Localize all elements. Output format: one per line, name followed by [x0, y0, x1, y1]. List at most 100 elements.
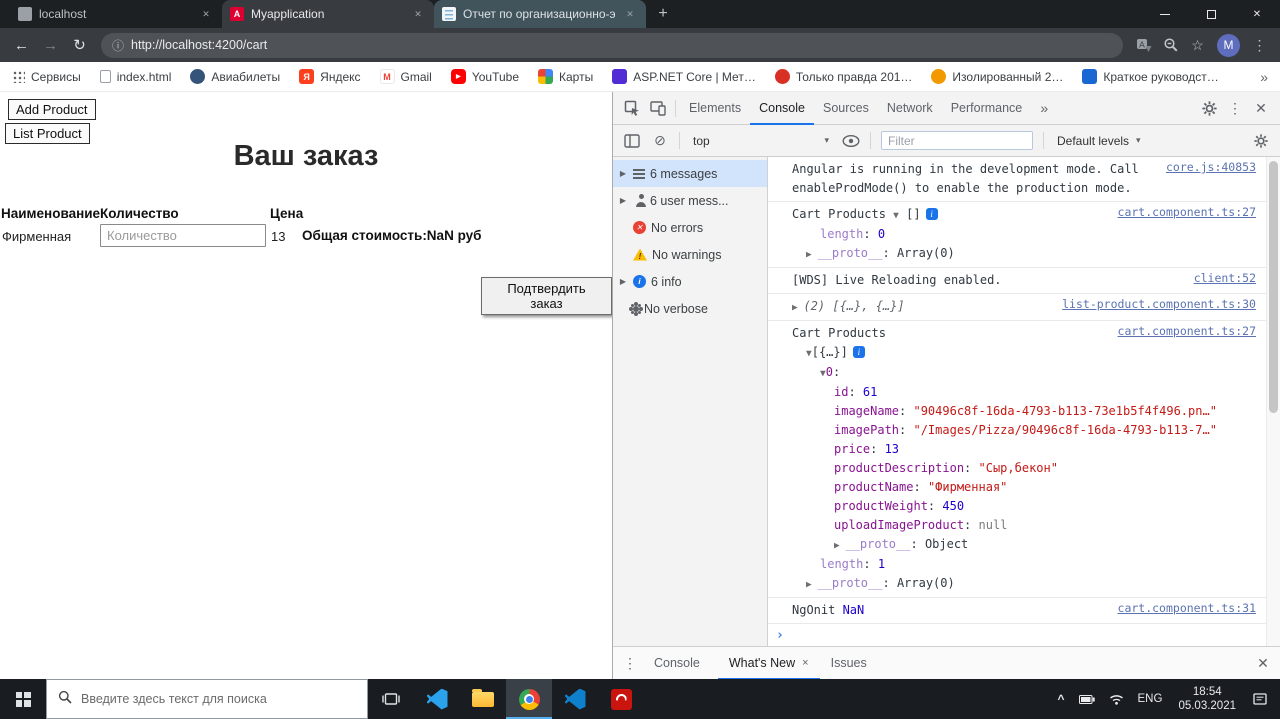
console-scrollbar[interactable] [1266, 157, 1280, 646]
drawer-tab[interactable]: Issues [820, 647, 885, 680]
bookmark-item[interactable]: M Gmail [379, 69, 432, 84]
drawer-menu-icon[interactable]: ⋮ [617, 650, 643, 676]
console-row[interactable]: imagePath: "/Images/Pizza/90496c8f-16da-… [792, 421, 1260, 440]
console-row[interactable]: ▶ __proto__: Object [792, 535, 1260, 555]
bookmark-item[interactable]: Только правда 201… [774, 69, 912, 84]
clear-console-icon[interactable]: ⊘ [647, 128, 673, 154]
start-button[interactable] [0, 679, 46, 719]
battery-icon[interactable] [1072, 679, 1102, 719]
window-close-button[interactable]: ✕ [1234, 0, 1280, 28]
translate-icon[interactable]: A [1131, 37, 1156, 53]
source-link[interactable]: cart.component.ts:27 [1118, 205, 1256, 219]
window-minimize-button[interactable] [1142, 0, 1188, 28]
bookmark-item[interactable]: Сервисы [12, 70, 81, 84]
devtools-tab[interactable]: Network [878, 92, 942, 125]
bookmark-item[interactable]: Авиабилеты [190, 69, 280, 84]
network-icon[interactable] [1102, 679, 1131, 719]
console-row[interactable]: ▶ __proto__: Array(0) [792, 574, 1260, 594]
taskbar-app-button[interactable] [460, 679, 506, 719]
console-sidebar-item[interactable]: No verbose [613, 295, 767, 322]
device-toolbar-icon[interactable] [645, 95, 671, 121]
expand-caret-icon[interactable]: ▶ [618, 196, 628, 205]
console-row[interactable]: [WDS] Live Reloading enabled. [792, 271, 1260, 290]
bookmark-item[interactable]: index.html [99, 70, 171, 84]
live-expression-eye-icon[interactable] [838, 128, 864, 154]
taskbar-app-button[interactable] [598, 679, 644, 719]
console-row[interactable]: price: 13 [792, 440, 1260, 459]
bookmark-item[interactable]: ▶ YouTube [450, 69, 519, 84]
taskbar-app-button[interactable] [506, 679, 552, 719]
taskbar-search[interactable] [46, 679, 368, 719]
inspect-element-icon[interactable] [619, 95, 645, 121]
task-view-button[interactable] [368, 679, 414, 719]
console-row[interactable]: productDescription: "Сыр,бекон" [792, 459, 1260, 478]
console-sidebar-item[interactable]: ▶ 6 user mess... [613, 187, 767, 214]
console-row[interactable]: length: 0 [792, 225, 1260, 244]
window-maximize-button[interactable] [1188, 0, 1234, 28]
console-row[interactable]: ▼[{…}] i [792, 343, 1260, 363]
browser-tab[interactable]: localhost ✕ [10, 0, 222, 28]
console-row[interactable]: imageName: "90496c8f-16da-4793-b113-73e1… [792, 402, 1260, 421]
devtools-tab[interactable]: Console [750, 92, 814, 125]
source-link[interactable]: client:52 [1194, 271, 1256, 285]
js-context-dropdown[interactable]: top ▾ [686, 134, 836, 148]
drawer-close-icon[interactable]: ✕ [1250, 650, 1276, 676]
confirm-order-button[interactable]: Подтвердить заказ [481, 277, 612, 315]
tray-expand-icon[interactable]: ^ [1051, 679, 1072, 719]
devtools-tab[interactable]: Elements [680, 92, 750, 125]
console-prompt[interactable]: › [768, 624, 1266, 646]
address-bar[interactable]: ⓘ http://localhost:4200/cart [101, 32, 1123, 58]
profile-avatar[interactable]: M [1217, 33, 1240, 57]
console-settings-icon[interactable] [1248, 128, 1274, 154]
console-sidebar-item[interactable]: ! No warnings [613, 241, 767, 268]
console-row[interactable]: uploadImageProduct: null [792, 516, 1260, 535]
console-row[interactable]: productWeight: 450 [792, 497, 1260, 516]
taskbar-app-button[interactable] [552, 679, 598, 719]
drawer-tab[interactable]: Console [643, 647, 718, 680]
source-link[interactable]: list-product.component.ts:30 [1062, 297, 1256, 311]
quantity-input[interactable] [100, 224, 266, 247]
bookmark-item[interactable]: ASP.NET Core | Мет… [612, 69, 756, 84]
bookmark-item[interactable]: Изолированный 2… [931, 69, 1063, 84]
console-filter-input[interactable] [881, 131, 1033, 150]
devtools-close-icon[interactable]: ✕ [1248, 95, 1274, 121]
scrollbar-thumb[interactable] [1269, 161, 1278, 413]
more-tabs-icon[interactable]: » [1031, 95, 1057, 121]
console-row[interactable]: length: 1 [792, 555, 1260, 574]
tab-close-icon[interactable]: ✕ [622, 6, 638, 22]
log-levels-dropdown[interactable]: Default levels ▾ [1050, 134, 1148, 148]
action-center-icon[interactable] [1245, 679, 1275, 719]
expand-caret-icon[interactable]: ▶ [618, 277, 628, 286]
devtools-settings-icon[interactable] [1196, 95, 1222, 121]
console-row[interactable]: ▶ __proto__: Array(0) [792, 244, 1260, 264]
source-link[interactable]: cart.component.ts:27 [1118, 324, 1256, 338]
console-row[interactable]: ▼0: [792, 363, 1260, 383]
console-sidebar-item[interactable]: ▶ i 6 info [613, 268, 767, 295]
devtools-tab[interactable]: Performance [942, 92, 1032, 125]
browser-menu-icon[interactable]: ⋮ [1247, 37, 1272, 54]
browser-tab[interactable]: Отчет по организационно-экон ✕ [434, 0, 646, 28]
tab-close-icon[interactable]: ✕ [198, 6, 214, 22]
devtools-menu-icon[interactable]: ⋮ [1222, 95, 1248, 121]
console-row[interactable]: productName: "Фирменная" [792, 478, 1260, 497]
source-link[interactable]: core.js:40853 [1166, 160, 1256, 174]
clock[interactable]: 18:54 05.03.2021 [1169, 679, 1245, 719]
new-tab-button[interactable]: + [650, 1, 676, 27]
bookmarks-overflow-icon[interactable]: » [1260, 69, 1268, 85]
bookmark-item[interactable]: Краткое руководст… [1082, 69, 1219, 84]
bookmark-item[interactable]: Я Яндекс [299, 69, 361, 84]
console-row[interactable]: id: 61 [792, 383, 1260, 402]
bookmark-star-icon[interactable]: ☆ [1185, 37, 1210, 54]
forward-button[interactable]: → [37, 37, 64, 54]
reload-button[interactable]: ↻ [66, 36, 93, 54]
taskbar-app-button[interactable] [414, 679, 460, 719]
language-indicator[interactable]: ENG [1131, 679, 1170, 719]
drawer-tab[interactable]: What's New × [718, 647, 820, 680]
back-button[interactable]: ← [8, 37, 35, 54]
add-product-button[interactable]: Add Product [8, 99, 96, 120]
zoom-icon[interactable] [1158, 37, 1183, 53]
source-link[interactable]: cart.component.ts:31 [1118, 601, 1256, 615]
tab-close-icon[interactable]: ✕ [410, 6, 426, 22]
expand-caret-icon[interactable]: ▶ [618, 169, 628, 178]
console-sidebar-toggle-icon[interactable] [619, 128, 645, 154]
